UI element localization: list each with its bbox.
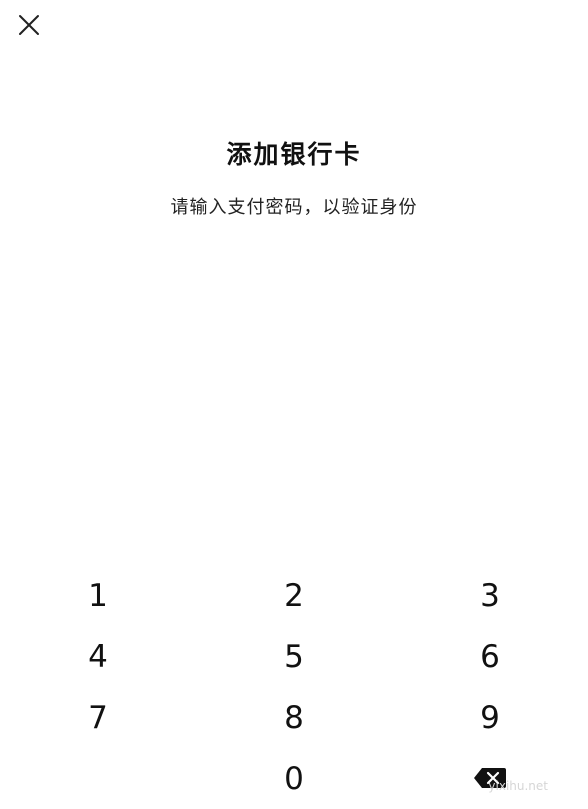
key-1[interactable]: 1 xyxy=(0,565,196,626)
page-title: 添加银行卡 xyxy=(226,140,362,169)
page-subtitle: 请输入支付密码，以验证身份 xyxy=(170,197,418,218)
key-7[interactable]: 7 xyxy=(0,687,196,748)
key-3[interactable]: 3 xyxy=(392,565,588,626)
key-0[interactable]: 0 xyxy=(196,748,392,809)
key-4[interactable]: 4 xyxy=(0,626,196,687)
watermark: yixihu.net xyxy=(488,779,548,793)
key-blank xyxy=(0,748,196,809)
key-2[interactable]: 2 xyxy=(196,565,392,626)
key-5[interactable]: 5 xyxy=(196,626,392,687)
close-icon xyxy=(14,10,44,40)
key-6[interactable]: 6 xyxy=(392,626,588,687)
key-8[interactable]: 8 xyxy=(196,687,392,748)
numeric-keypad: 1 2 3 4 5 6 7 8 9 0 xyxy=(0,565,588,807)
key-9[interactable]: 9 xyxy=(392,687,588,748)
close-button[interactable] xyxy=(14,10,44,40)
